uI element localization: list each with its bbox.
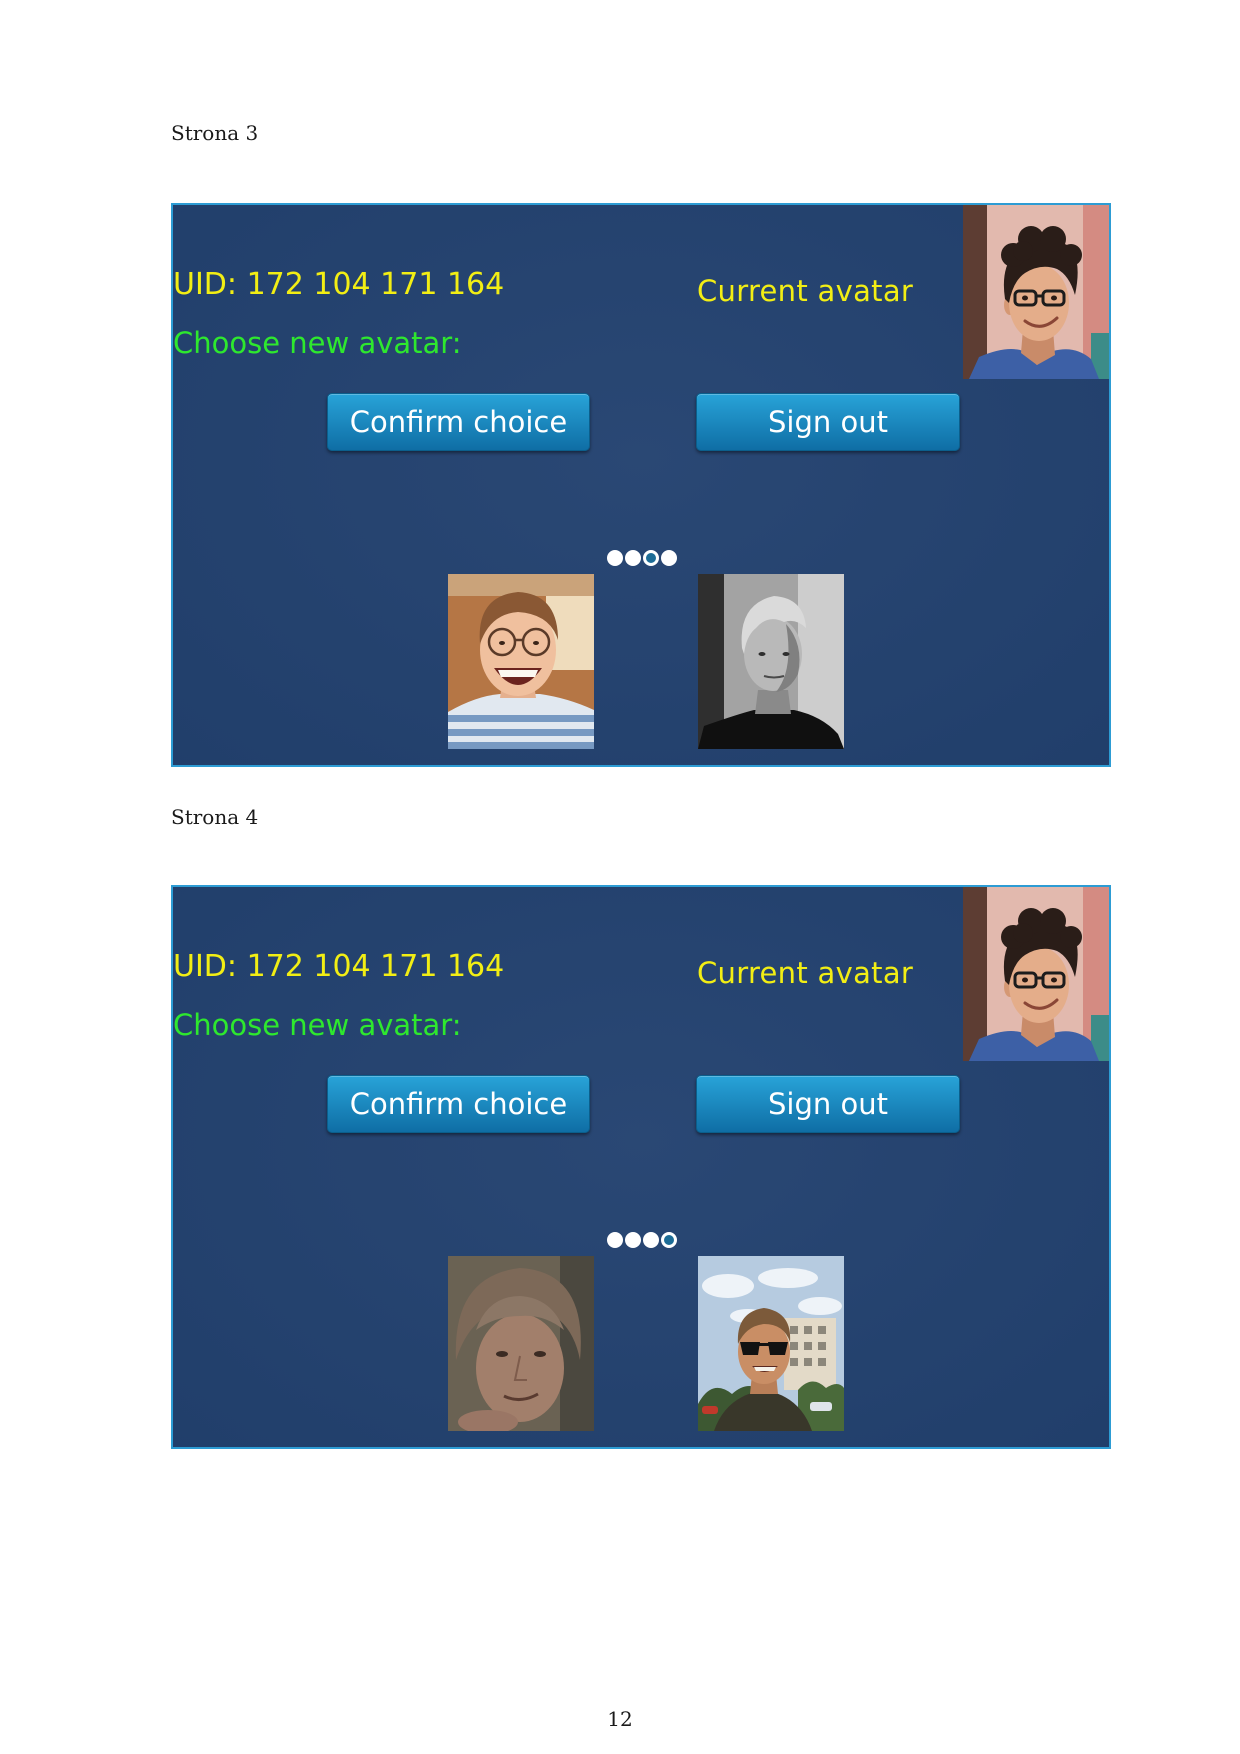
pager-dot[interactable]: [607, 550, 623, 566]
current-avatar-label: Current avatar: [697, 956, 914, 990]
document-page: Strona 3 UID: 172 104 171 164 Current av…: [0, 0, 1240, 1754]
avatar-screen: UID: 172 104 171 164 Current avatar Choo…: [171, 885, 1111, 1449]
pager-dot[interactable]: [661, 550, 677, 566]
page-number: 12: [607, 1707, 633, 1731]
uid-value: 172 104 171 164: [246, 949, 505, 984]
screen-caption: Strona 3: [171, 121, 259, 145]
current-avatar-label: Current avatar: [697, 274, 914, 308]
avatar-option-image[interactable]: [448, 574, 594, 749]
screen-caption: Strona 4: [171, 805, 259, 829]
avatar-pager: [607, 1232, 677, 1248]
uid-value: 172 104 171 164: [246, 267, 505, 302]
uid-display: UID: 172 104 171 164: [173, 267, 504, 303]
current-avatar-photo: [963, 205, 1109, 379]
current-avatar-image: [963, 887, 1109, 1061]
pager-dot[interactable]: [625, 1232, 641, 1248]
avatar-option-photo[interactable]: [448, 1256, 594, 1431]
pager-dot-current[interactable]: [661, 1232, 677, 1248]
pager-dot-current[interactable]: [643, 550, 659, 566]
avatar-option-photo[interactable]: [698, 574, 844, 749]
pager-dot[interactable]: [625, 550, 641, 566]
sign-out-button[interactable]: Sign out: [696, 1075, 960, 1133]
confirm-choice-button[interactable]: Confirm choice: [327, 393, 590, 451]
current-avatar-image: [963, 205, 1109, 379]
confirm-choice-button[interactable]: Confirm choice: [327, 1075, 590, 1133]
choose-new-avatar-label: Choose new avatar:: [173, 326, 462, 360]
avatar-option-image[interactable]: [698, 1256, 844, 1431]
avatar-screen: UID: 172 104 171 164 Current avatar Choo…: [171, 203, 1111, 767]
pager-dot[interactable]: [643, 1232, 659, 1248]
avatar-option-photo[interactable]: [698, 1256, 844, 1431]
avatar-option-photo[interactable]: [448, 574, 594, 749]
uid-label: UID:: [173, 949, 238, 984]
pager-dot[interactable]: [607, 1232, 623, 1248]
current-avatar-photo: [963, 887, 1109, 1061]
choose-new-avatar-label: Choose new avatar:: [173, 1008, 462, 1042]
avatar-pager: [607, 550, 677, 566]
avatar-option-image[interactable]: [448, 1256, 594, 1431]
uid-display: UID: 172 104 171 164: [173, 949, 504, 985]
uid-label: UID:: [173, 267, 238, 302]
sign-out-button[interactable]: Sign out: [696, 393, 960, 451]
avatar-option-image[interactable]: [698, 574, 844, 749]
